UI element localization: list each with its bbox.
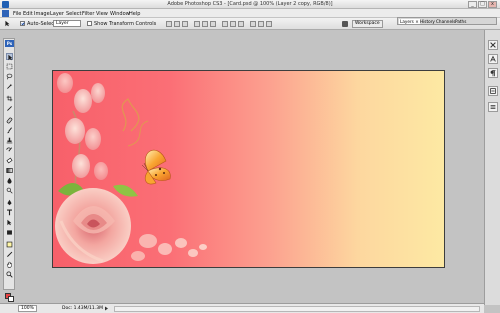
magic-wand-tool-icon[interactable]: [6, 83, 13, 90]
align-right-icon[interactable]: [210, 21, 216, 27]
distribute-right-icon[interactable]: [266, 21, 272, 27]
character-panel-icon[interactable]: [488, 54, 498, 64]
window-title: Adobe Photoshop CS3 - [Card.psd @ 100% (…: [167, 1, 333, 7]
maximize-button[interactable]: □: [478, 1, 487, 8]
move-tool-preset-icon[interactable]: [4, 20, 11, 27]
align-left-icon[interactable]: [194, 21, 200, 27]
notes-tool-icon[interactable]: [6, 241, 13, 248]
distribute-left-icon[interactable]: [250, 21, 256, 27]
close-button[interactable]: x: [488, 1, 497, 8]
path-selection-tool-icon[interactable]: [6, 219, 13, 226]
eraser-tool-icon[interactable]: [6, 157, 13, 164]
pen-tool-icon[interactable]: [6, 199, 13, 206]
auto-select-checkbox[interactable]: [20, 21, 25, 26]
menu-select[interactable]: Select: [66, 11, 81, 17]
actions-panel-icon[interactable]: [488, 102, 498, 112]
align-center-icon[interactable]: [202, 21, 208, 27]
minimize-button[interactable]: _: [468, 1, 477, 8]
slice-tool-icon[interactable]: [6, 105, 13, 112]
distribute-center-icon[interactable]: [258, 21, 264, 27]
zoom-tool-icon[interactable]: [6, 271, 13, 278]
tab-channels[interactable]: Channels: [436, 19, 455, 24]
zoom-level-field[interactable]: 100%: [18, 305, 37, 312]
hand-tool-icon[interactable]: [6, 261, 13, 268]
rose-butterfly-artwork: [55, 73, 207, 264]
menu-help[interactable]: Help: [129, 11, 140, 17]
marquee-tool-icon[interactable]: [6, 63, 13, 70]
show-transform-checkbox[interactable]: [87, 21, 92, 26]
menu-layer[interactable]: Layer: [50, 11, 64, 17]
info-panel-icon[interactable]: [488, 86, 498, 96]
paragraph-panel-icon[interactable]: [488, 68, 498, 78]
clone-stamp-tool-icon[interactable]: [6, 137, 13, 144]
workspace-button[interactable]: Workspace: [352, 20, 383, 28]
document-canvas[interactable]: [52, 70, 445, 268]
type-tool-icon[interactable]: [6, 209, 13, 216]
distribute-top-icon[interactable]: [222, 21, 228, 27]
panel-dock: [484, 30, 500, 305]
tools-panel: Ps: [3, 38, 15, 313]
title-bar: Adobe Photoshop CS3 - [Card.psd @ 100% (…: [0, 0, 500, 9]
dodge-tool-icon[interactable]: [6, 187, 13, 194]
status-bar: 100% Doc: 1.43M/11.3M: [0, 303, 484, 313]
distribute-middle-icon[interactable]: [230, 21, 236, 27]
tab-paths[interactable]: Paths: [455, 19, 466, 24]
menu-edit[interactable]: Edit: [23, 11, 33, 17]
move-tool-icon[interactable]: [6, 53, 13, 61]
ps-menu-icon[interactable]: [2, 10, 9, 17]
horizontal-scrollbar[interactable]: [114, 306, 480, 312]
gradient-tool-icon[interactable]: [6, 167, 13, 174]
tab-layers[interactable]: Layers ×: [399, 19, 420, 24]
menu-filter[interactable]: Filter: [82, 11, 94, 17]
align-middle-icon[interactable]: [174, 21, 180, 27]
crop-tool-icon[interactable]: [6, 95, 13, 102]
rectangle-tool-icon[interactable]: [6, 229, 13, 236]
tool-presets-icon[interactable]: [342, 21, 348, 27]
blur-tool-icon[interactable]: [6, 177, 13, 184]
brush-tool-icon[interactable]: [6, 127, 13, 134]
history-brush-tool-icon[interactable]: [6, 147, 13, 154]
distribute-bottom-icon[interactable]: [238, 21, 244, 27]
align-bottom-icon[interactable]: [182, 21, 188, 27]
lasso-tool-icon[interactable]: [6, 73, 13, 80]
document-info: Doc: 1.43M/11.3M: [62, 306, 103, 311]
align-top-icon[interactable]: [166, 21, 172, 27]
menu-window[interactable]: Window: [110, 11, 130, 17]
status-menu-arrow-icon[interactable]: [104, 306, 109, 311]
show-transform-label: Show Transform Controls: [94, 21, 157, 27]
healing-brush-tool-icon[interactable]: [6, 117, 13, 124]
tab-history[interactable]: History: [420, 19, 435, 24]
panel-tab-well: Layers × History Channels Paths: [397, 17, 497, 25]
menu-view[interactable]: View: [96, 11, 108, 17]
eyedropper-tool-icon[interactable]: [6, 251, 13, 258]
ps-tools-header-icon: Ps: [5, 40, 14, 47]
menu-image[interactable]: Image: [34, 11, 50, 17]
background-color-swatch[interactable]: [8, 296, 14, 302]
auto-select-dropdown[interactable]: Layer: [53, 20, 81, 27]
navigator-panel-icon[interactable]: [488, 40, 498, 50]
menu-file[interactable]: File: [13, 11, 21, 17]
